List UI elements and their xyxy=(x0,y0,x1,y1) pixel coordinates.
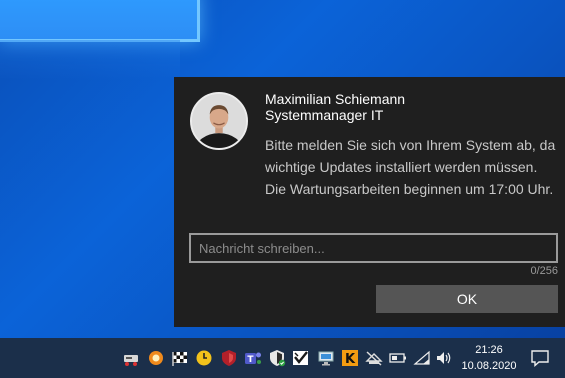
person-photo-icon xyxy=(192,94,246,148)
battery-icon[interactable] xyxy=(389,348,407,368)
character-counter: 0/256 xyxy=(530,265,558,277)
teams-icon[interactable]: T xyxy=(244,348,262,368)
sun-icon[interactable] xyxy=(147,348,165,368)
taskbar-clock[interactable]: 21:26 10.08.2020 xyxy=(458,342,520,374)
wallpaper-glow xyxy=(0,40,180,80)
k-app-icon[interactable]: K xyxy=(341,348,359,368)
shield-red-icon[interactable] xyxy=(220,348,238,368)
wifi-icon[interactable] xyxy=(413,348,431,368)
notification-message: Bitte melden Sie sich von Ihrem System a… xyxy=(265,137,556,197)
remote-desktop-icon[interactable] xyxy=(317,348,335,368)
ok-button[interactable]: OK xyxy=(376,285,558,313)
clock-date: 10.08.2020 xyxy=(461,360,517,372)
sender-name: Maximilian Schiemann xyxy=(265,91,406,107)
sender-role: Systemmanager IT xyxy=(265,107,384,123)
speaker-icon[interactable] xyxy=(435,348,453,368)
notification-icon xyxy=(531,350,549,368)
clock-app-icon[interactable] xyxy=(195,348,213,368)
svg-text:K: K xyxy=(345,352,356,367)
clock-time: 21:26 xyxy=(475,344,503,356)
svg-text:T: T xyxy=(247,355,254,365)
wallpaper-window-logo xyxy=(0,0,200,42)
action-center-button[interactable] xyxy=(528,346,552,370)
avatar xyxy=(190,92,248,150)
network-drive-icon[interactable] xyxy=(122,348,140,368)
taskbar: T K 21:26 10.08.2020 xyxy=(0,338,565,378)
checkered-flag-icon[interactable] xyxy=(171,348,189,368)
reply-input[interactable] xyxy=(189,233,558,263)
defender-shield-icon[interactable] xyxy=(268,348,286,368)
checkmark-app-icon[interactable] xyxy=(292,348,310,368)
no-network-icon[interactable] xyxy=(365,348,383,368)
notification-toast: Maximilian Schiemann Systemmanager IT Bi… xyxy=(174,77,565,327)
